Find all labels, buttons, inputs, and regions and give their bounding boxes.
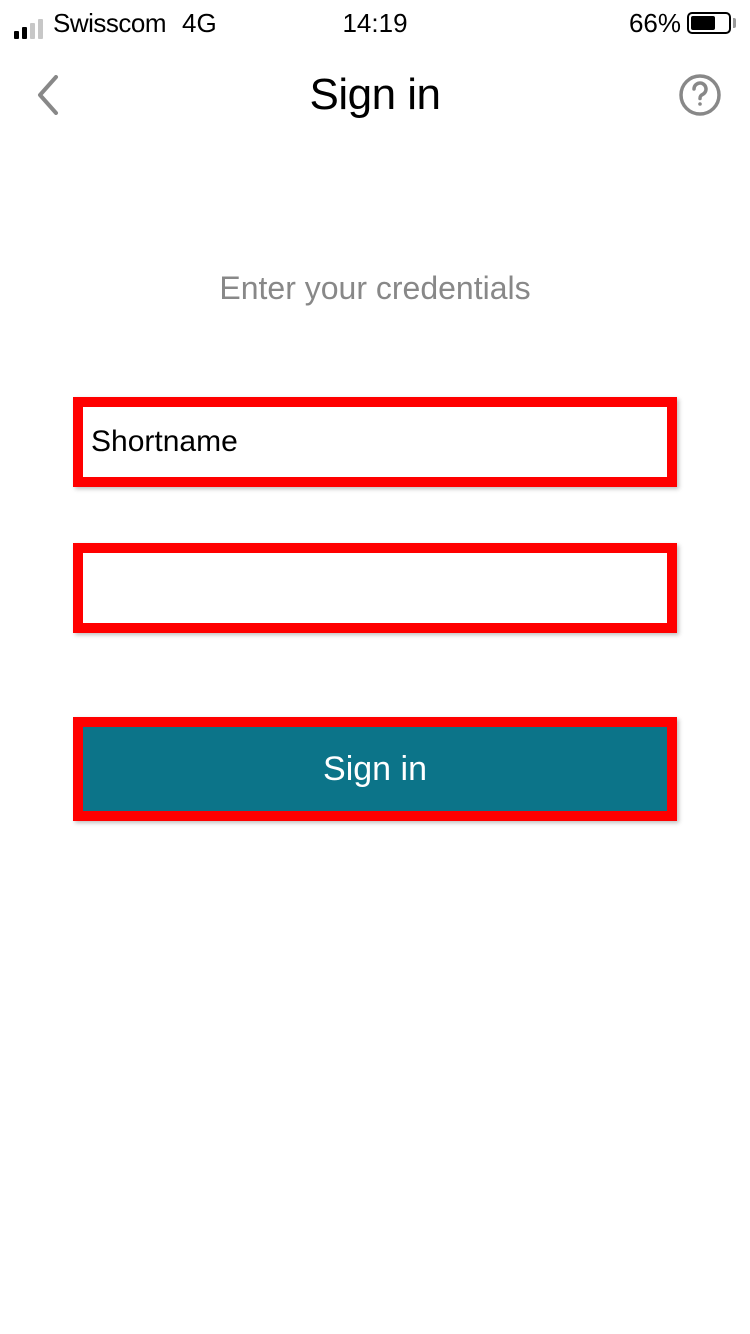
status-right: 66%: [629, 8, 736, 39]
battery-percent: 66%: [629, 8, 681, 39]
subtitle: Enter your credentials: [219, 270, 530, 307]
signin-highlight: Sign in: [73, 717, 677, 821]
page-title: Sign in: [309, 70, 440, 120]
network-label: 4G: [182, 8, 217, 39]
username-highlight: [73, 397, 677, 487]
status-left: Swisscom 4G: [14, 8, 217, 39]
signin-button[interactable]: Sign in: [83, 727, 667, 811]
help-icon: [678, 73, 722, 117]
back-button[interactable]: [28, 75, 68, 115]
username-input[interactable]: [83, 407, 667, 477]
clock: 14:19: [342, 8, 407, 39]
password-input[interactable]: [83, 553, 667, 623]
chevron-left-icon: [36, 75, 60, 115]
carrier-label: Swisscom: [53, 8, 166, 39]
status-bar: Swisscom 4G 14:19 66%: [0, 0, 750, 40]
password-highlight: [73, 543, 677, 633]
battery-icon: [687, 12, 736, 34]
help-button[interactable]: [678, 73, 722, 117]
signal-strength-icon: [14, 17, 43, 39]
nav-bar: Sign in: [0, 40, 750, 150]
form-area: Enter your credentials Sign in: [0, 150, 750, 821]
